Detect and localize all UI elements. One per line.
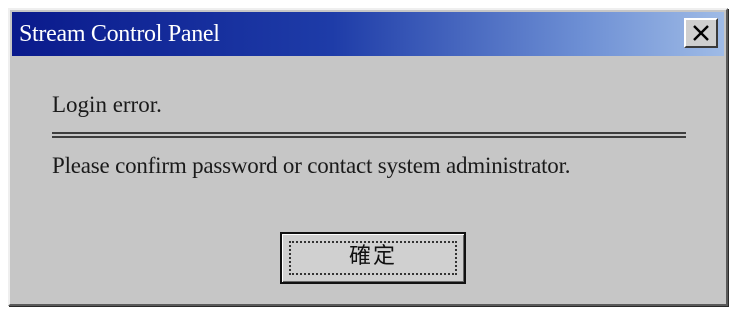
close-button[interactable] [684,18,718,48]
window-title: Stream Control Panel [19,21,220,47]
error-dialog: Stream Control Panel Login error. Please… [8,8,728,306]
ok-button-label: 確定 [348,244,397,269]
title-bar[interactable]: Stream Control Panel [12,12,724,56]
separator [52,132,686,138]
error-message: Please confirm password or contact syste… [52,153,571,178]
close-icon [693,25,709,41]
ok-button[interactable]: 確定 [280,232,466,284]
error-heading: Login error. [52,92,162,117]
